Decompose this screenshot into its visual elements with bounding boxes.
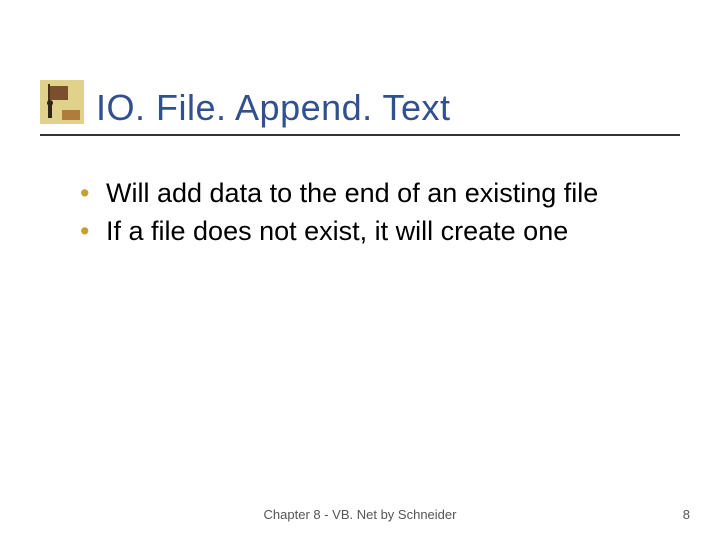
- logo-icon: [40, 80, 84, 124]
- person-shape: [48, 104, 52, 118]
- list-item: If a file does not exist, it will create…: [80, 213, 690, 249]
- bar-shape: [62, 110, 80, 120]
- page-number: 8: [683, 507, 690, 522]
- slide-header: IO. File. Append. Text: [40, 80, 680, 136]
- footer-center: Chapter 8 - VB. Net by Schneider: [0, 507, 720, 522]
- bullet-list: Will add data to the end of an existing …: [80, 175, 690, 250]
- slide-body: Will add data to the end of an existing …: [80, 175, 690, 252]
- title-row: IO. File. Append. Text: [40, 80, 680, 128]
- title-rule: [40, 134, 680, 136]
- slide: IO. File. Append. Text Will add data to …: [0, 0, 720, 540]
- slide-title: IO. File. Append. Text: [96, 88, 451, 128]
- list-item: Will add data to the end of an existing …: [80, 175, 690, 211]
- flag-shape: [50, 86, 68, 100]
